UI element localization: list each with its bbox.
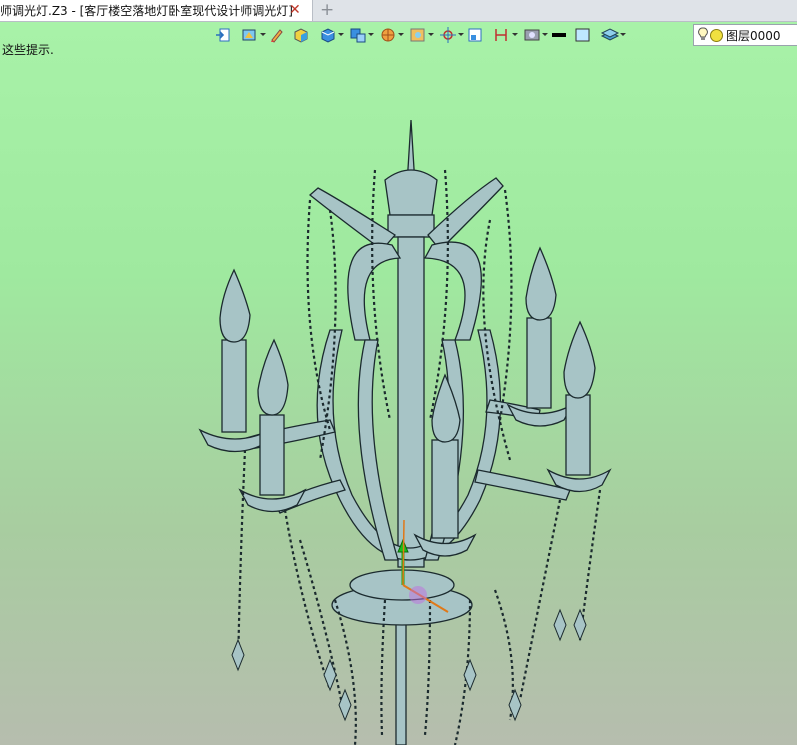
- candle-2: [259, 414, 285, 496]
- chain-3: [498, 189, 513, 421]
- arm-inner-right: [423, 241, 482, 341]
- lightbulb-icon[interactable]: [698, 27, 708, 44]
- flame-4: [563, 320, 596, 399]
- pencil-icon[interactable]: [266, 25, 288, 45]
- layer-name: 图层0000: [726, 28, 781, 43]
- blue-cube-icon[interactable]: [314, 25, 344, 45]
- chain-13: [283, 509, 332, 691]
- crystal-drop: [553, 608, 567, 642]
- chain-11: [518, 499, 562, 701]
- chandelier-model[interactable]: [0, 22, 797, 745]
- render-sphere-icon[interactable]: [374, 25, 404, 45]
- snap-icon[interactable]: [434, 25, 464, 45]
- frame-icon[interactable]: [464, 25, 486, 45]
- arm-upper-right: [427, 177, 504, 251]
- view-cube-icon[interactable]: [344, 25, 374, 45]
- chain-10: [493, 589, 514, 721]
- arm-upper-left: [308, 187, 396, 251]
- layer-selector[interactable]: 图层0000: [693, 24, 797, 46]
- top-collar: [387, 214, 435, 238]
- new-tab-button[interactable]: +: [320, 0, 334, 20]
- dimension-icon[interactable]: [488, 25, 518, 45]
- view-toolbar: [212, 24, 626, 46]
- document-tab[interactable]: 师调光灯.Z3 - [客厅楼空落地灯卧室现代设计师调光灯] ✕: [0, 0, 313, 21]
- candle-5: [431, 439, 459, 539]
- candle-4: [565, 394, 591, 476]
- solid-cube-icon[interactable]: [290, 25, 312, 45]
- central-column: [397, 236, 425, 568]
- crystal-drop: [231, 638, 245, 672]
- layer-stack-icon[interactable]: [596, 25, 626, 45]
- fill-color-swatch[interactable]: [572, 25, 594, 45]
- tab-title: 师调光灯.Z3 - [客厅楼空落地灯卧室现代设计师调光灯]: [0, 4, 293, 18]
- chain-12: [236, 449, 247, 671]
- image-icon[interactable]: [404, 25, 434, 45]
- 3d-viewport[interactable]: 这些提示. 图层0000: [0, 22, 797, 745]
- flame-3: [525, 246, 557, 321]
- display-icon[interactable]: [518, 25, 548, 45]
- exit-icon[interactable]: [212, 25, 234, 45]
- chain-8: [333, 599, 357, 745]
- chain-5: [371, 169, 392, 421]
- layer-color-icon: [710, 28, 723, 42]
- flame-2: [257, 338, 289, 416]
- tab-bar: 师调光灯.Z3 - [客厅楼空落地灯卧室现代设计师调光灯] ✕ +: [0, 0, 797, 22]
- crystal-drop: [338, 688, 352, 722]
- shade-mode-icon[interactable]: [236, 25, 266, 45]
- chevron-down-icon[interactable]: [620, 33, 626, 36]
- line-color-swatch[interactable]: [548, 25, 570, 45]
- candle-3: [526, 317, 552, 409]
- crystal-drop: [573, 608, 587, 642]
- flame-1: [219, 268, 251, 343]
- chain-7: [298, 539, 347, 721]
- top-crown: [384, 169, 438, 216]
- close-icon[interactable]: ✕: [289, 2, 301, 18]
- candle-1: [221, 339, 247, 433]
